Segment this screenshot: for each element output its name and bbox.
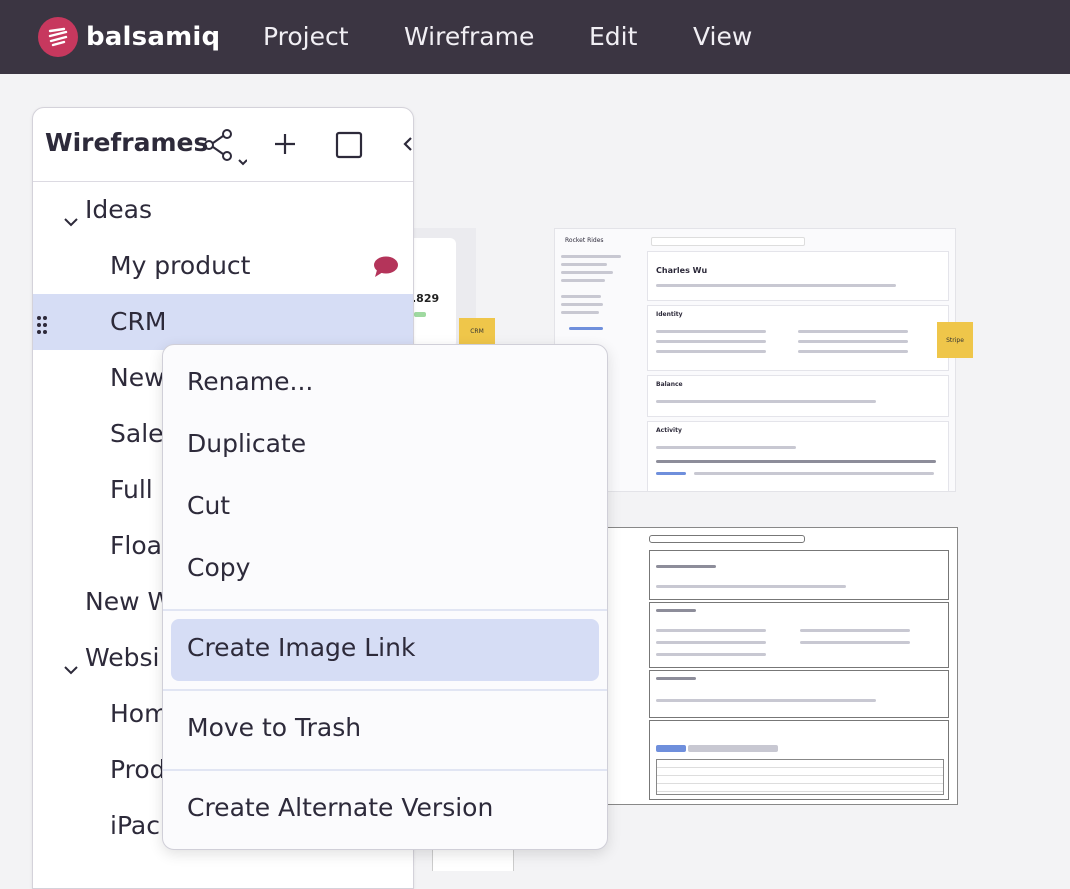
sketch-search [649,535,805,543]
menu-view[interactable]: View [693,22,752,51]
sketch-line [656,585,846,588]
thumb-nav-line [561,279,605,282]
menu-edit[interactable]: Edit [589,22,637,51]
thumb-line [798,350,908,353]
sketch-line [656,629,766,632]
toggle-view-icon[interactable] [335,131,363,163]
tree-label: Ideas [85,195,152,224]
sketch-line [656,641,766,644]
thumb-line [656,460,936,463]
thumb-section: Balance [656,381,683,388]
thumb-value: .829 [412,292,440,305]
tree-item-crm[interactable]: CRM [33,294,413,350]
menu-bar: balsamiq Project Wireframe Edit View [0,0,1070,74]
menu-project[interactable]: Project [263,22,349,51]
thumb-section: Activity [656,427,682,434]
share-icon[interactable] [203,128,248,176]
sketch-balance [649,670,949,718]
panel-title: Wireframes [45,128,209,157]
menu-wireframe[interactable]: Wireframe [404,22,534,51]
sketch-line [656,609,696,612]
tree-label: New W [85,587,173,616]
thumb-line [798,330,908,333]
thumb-line [656,284,896,287]
thumb-nav-line [561,271,613,274]
tree-item-my-product[interactable]: My product [33,238,413,294]
sketch-line [656,699,876,702]
thumb-app-name: Rocket Rides [565,237,604,244]
sketch-line [656,653,766,656]
thumb-line [656,400,876,403]
wireframe-thumbnail-stripe[interactable]: Rocket Rides Charles Wu Identity Balance… [554,228,956,492]
chevron-down-icon[interactable] [63,204,79,233]
menu-item-duplicate[interactable]: Duplicate [187,429,306,458]
thumb-line [798,340,908,343]
thumb-line [656,472,686,475]
thumb-line [656,330,766,333]
brand-logo[interactable]: balsamiq [38,17,220,57]
sketch-tab [656,745,686,752]
thumb-nav-line [561,311,599,314]
menu-separator [163,609,607,611]
collapse-panel-icon[interactable] [403,136,413,156]
sketch-line [656,565,716,568]
tree-label: CRM [110,307,167,336]
thumb-nav-line [561,255,621,258]
tree-label: Floa [110,531,162,560]
menu-item-cut[interactable]: Cut [187,491,230,520]
sketch-line [656,677,696,680]
thumb-activity-card: Activity [647,421,949,491]
thumb-balance-card: Balance [647,375,949,417]
menu-item-create-alternate-version[interactable]: Create Alternate Version [187,793,493,822]
tree-label: New [110,363,165,392]
thumb-search [651,237,805,246]
sticky-note-stripe[interactable]: Stripe [937,322,973,358]
thumb-line [656,350,766,353]
menu-separator [163,769,607,771]
sticky-note-crm[interactable]: CRM [459,318,495,344]
panel-header: Wireframes [33,108,413,182]
sketch-activity [649,720,949,800]
sketch-identity [649,602,949,668]
menu-separator [163,689,607,691]
menu-item-rename[interactable]: Rename... [187,367,313,396]
tree-label: Hom [110,699,169,728]
thumb-section: Identity [656,311,683,318]
thumb-customer-name: Charles Wu [656,266,708,275]
tree-label: iPac [110,811,160,840]
thumb-identity-card: Identity [647,305,949,371]
tree-label: Websi [85,643,160,672]
comment-icon[interactable] [373,255,399,284]
tree-label: Full [110,475,153,504]
balsamiq-logo-icon [38,17,78,57]
sketch-header [649,550,949,600]
thumb-line [694,472,934,475]
tree-folder-ideas[interactable]: Ideas [33,182,413,238]
thumb-badge [414,312,426,317]
chevron-down-icon[interactable] [63,652,79,681]
menu-item-create-image-link[interactable]: Create Image Link [187,633,415,662]
drag-handle-icon[interactable] [36,312,48,341]
thumb-line [656,340,766,343]
thumb-header-card: Charles Wu [647,251,949,301]
sketch-line [800,641,910,644]
context-menu: Rename... Duplicate Cut Copy Create Imag… [162,344,608,850]
menu-item-move-to-trash[interactable]: Move to Trash [187,713,361,742]
menu-item-copy[interactable]: Copy [187,553,250,582]
sketch-table [656,759,944,795]
wireframe-thumbnail-sketch[interactable] [606,527,958,805]
sketch-line [800,629,910,632]
sketch-tab [688,745,778,752]
tree-label: My product [110,251,251,280]
thumb-nav-line [561,263,607,266]
thumb-nav-line [569,327,603,330]
tree-label: Sale [110,419,164,448]
brand-name: balsamiq [86,22,221,52]
add-wireframe-icon[interactable] [273,132,297,160]
thumb-line [656,446,796,449]
thumb-nav-line [561,303,603,306]
thumb-nav-line [561,295,601,298]
tree-label: Prod [110,755,166,784]
